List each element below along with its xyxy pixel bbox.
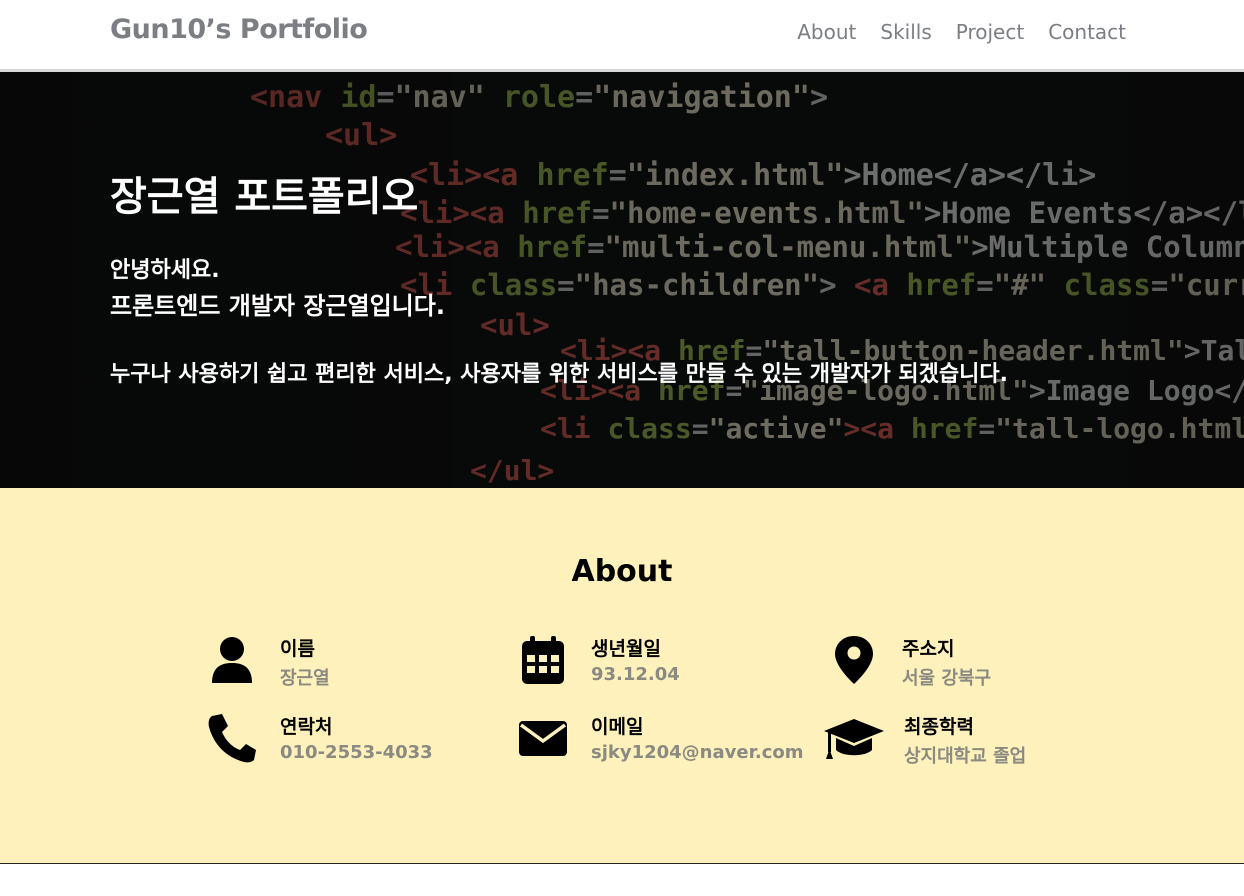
about-label: 연락처 [280, 716, 333, 738]
nav-link-skills[interactable]: Skills [880, 20, 931, 44]
main-nav: About Skills Project Contact [797, 20, 1126, 44]
envelope-icon [519, 712, 567, 764]
nav-link-contact[interactable]: Contact [1048, 20, 1126, 44]
nav-link-about[interactable]: About [797, 20, 856, 44]
about-label: 이메일 [591, 716, 644, 738]
about-value: 93.12.04 [591, 664, 680, 685]
location-pin-icon [830, 634, 878, 686]
hero-greeting: 안녕하세요. [110, 258, 220, 283]
hero-title: 장근열 포트폴리오 [110, 174, 419, 220]
about-item-education: 최종학력 상지대학교 졸업 [822, 712, 1122, 772]
about-item-name: 이름 장근열 [208, 634, 508, 694]
hero-role: 프론트엔드 개발자 장근열입니다. [110, 292, 445, 320]
nav-link-project[interactable]: Project [956, 20, 1024, 44]
brand-logo[interactable]: Gun10’s Portfolio [110, 14, 368, 45]
about-value: 서울 강북구 [902, 668, 992, 689]
hero-description: 누구나 사용하기 쉽고 편리한 서비스, 사용자를 위한 서비스를 만들 수 있… [110, 362, 1008, 387]
about-section: About 이름 장근열 생년월일 93.12.04 주소지 서울 강북구 연락… [0, 488, 1244, 864]
graduation-cap-icon [822, 712, 886, 764]
about-value: sjky1204@naver.com [591, 742, 804, 763]
about-label: 이름 [280, 638, 315, 660]
about-item-birth: 생년월일 93.12.04 [519, 634, 819, 694]
about-value: 010-2553-4033 [280, 742, 433, 763]
about-item-email: 이메일 sjky1204@naver.com [519, 712, 819, 772]
site-header: Gun10’s Portfolio About Skills Project C… [0, 0, 1244, 72]
about-label: 최종학력 [904, 716, 974, 738]
about-title: About [571, 554, 673, 589]
about-item-address: 주소지 서울 강북구 [830, 634, 1130, 694]
about-value: 장근열 [280, 668, 330, 689]
about-item-phone: 연락처 010-2553-4033 [208, 712, 508, 772]
calendar-icon [519, 634, 567, 686]
about-value: 상지대학교 졸업 [904, 746, 1027, 767]
about-label: 생년월일 [591, 638, 661, 660]
about-label: 주소지 [902, 638, 955, 660]
person-icon [208, 634, 256, 686]
phone-icon [208, 712, 256, 764]
hero-section: <nav id="nav" role="navigation"> <ul> <l… [0, 72, 1244, 488]
